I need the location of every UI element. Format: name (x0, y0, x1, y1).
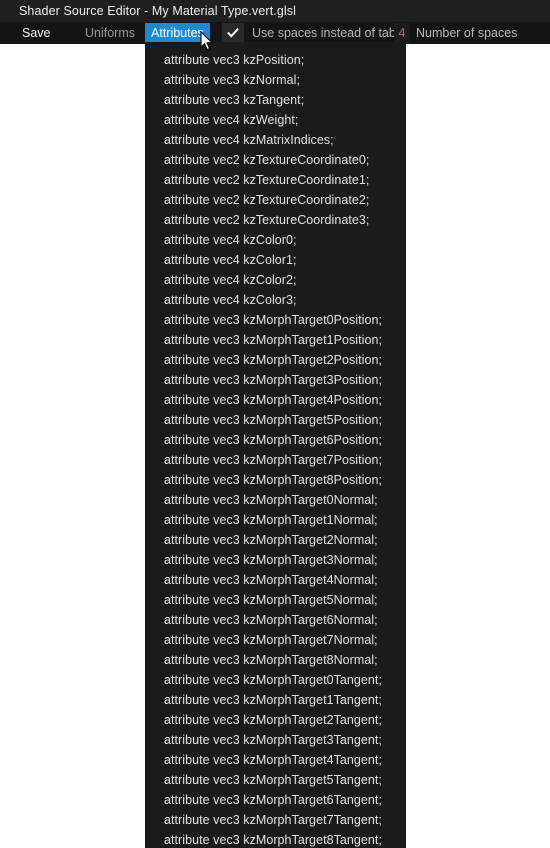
attributes-menu-item[interactable]: attribute vec2 kzTextureCoordinate0; (145, 150, 406, 170)
attributes-menu-item[interactable]: attribute vec3 kzMorphTarget7Normal; (145, 630, 406, 650)
attributes-menu-item[interactable]: attribute vec4 kzColor3; (145, 290, 406, 310)
number-of-spaces-label: Number of spaces (416, 26, 518, 40)
attributes-button-label: Attributes (151, 26, 204, 40)
attributes-menu-item[interactable]: attribute vec2 kzTextureCoordinate2; (145, 190, 406, 210)
window-titlebar: Shader Source Editor - My Material Type.… (0, 0, 550, 22)
attributes-menu-item[interactable]: attribute vec3 kzMorphTarget7Position; (145, 450, 406, 470)
attributes-menu-item[interactable]: attribute vec4 kzColor0; (145, 230, 406, 250)
save-button-label: Save (22, 26, 51, 40)
attributes-menu-item[interactable]: attribute vec3 kzMorphTarget1Tangent; (145, 690, 406, 710)
attributes-menu-item[interactable]: attribute vec4 kzColor2; (145, 270, 406, 290)
shader-source-editor-window: Shader Source Editor - My Material Type.… (0, 0, 550, 848)
use-spaces-label: Use spaces instead of tabs (252, 26, 403, 40)
uniforms-button-label: Uniforms (85, 26, 136, 40)
attributes-menu-item[interactable]: attribute vec2 kzTextureCoordinate3; (145, 210, 406, 230)
attributes-menu-item[interactable]: attribute vec3 kzMorphTarget0Position; (145, 310, 406, 330)
attributes-menu-item[interactable]: attribute vec3 kzMorphTarget3Tangent; (145, 730, 406, 750)
attributes-menu-item[interactable]: attribute vec3 kzMorphTarget5Normal; (145, 590, 406, 610)
attributes-dropdown-menu: attribute vec3 kzPosition; attribute vec3… (145, 42, 406, 848)
attributes-menu-item[interactable]: attribute vec3 kzNormal; (145, 70, 406, 90)
attributes-menu-item[interactable]: attribute vec3 kzMorphTarget4Normal; (145, 570, 406, 590)
save-button[interactable]: Save (22, 22, 51, 44)
attributes-menu-item[interactable]: attribute vec3 kzTangent; (145, 90, 406, 110)
check-icon (227, 28, 239, 38)
attributes-menu-button[interactable]: Attributes (145, 23, 210, 43)
attributes-menu-item[interactable]: attribute vec3 kzMorphTarget2Tangent; (145, 710, 406, 730)
attributes-menu-list: attribute vec3 kzPosition; attribute vec3… (145, 42, 406, 848)
use-spaces-option[interactable]: Use spaces instead of tabs (222, 22, 402, 44)
attributes-menu-item[interactable]: attribute vec3 kzMorphTarget8Tangent; (145, 830, 406, 848)
attributes-menu-item[interactable]: attribute vec3 kzMorphTarget1Position; (145, 330, 406, 350)
attributes-menu-item[interactable]: attribute vec3 kzPosition; (145, 50, 406, 70)
number-of-spaces-option[interactable]: 4 Number of spaces (394, 22, 517, 44)
window-title: Shader Source Editor - My Material Type.… (19, 4, 297, 18)
attributes-menu-item[interactable]: attribute vec3 kzMorphTarget2Position; (145, 350, 406, 370)
attributes-menu-item[interactable]: attribute vec3 kzMorphTarget8Normal; (145, 650, 406, 670)
attributes-menu-item[interactable]: attribute vec3 kzMorphTarget3Position; (145, 370, 406, 390)
attributes-menu-item[interactable]: attribute vec3 kzMorphTarget6Normal; (145, 610, 406, 630)
attributes-menu-item[interactable]: attribute vec2 kzTextureCoordinate1; (145, 170, 406, 190)
attributes-menu-item[interactable]: attribute vec4 kzColor1; (145, 250, 406, 270)
uniforms-menu-button[interactable]: Uniforms (85, 22, 135, 44)
attributes-menu-item[interactable]: attribute vec3 kzMorphTarget8Position; (145, 470, 406, 490)
attributes-menu-item[interactable]: attribute vec3 kzMorphTarget3Normal; (145, 550, 406, 570)
use-spaces-checkbox[interactable] (222, 23, 244, 43)
attributes-menu-item[interactable]: attribute vec3 kzMorphTarget5Tangent; (145, 770, 406, 790)
attributes-menu-item[interactable]: attribute vec3 kzMorphTarget6Position; (145, 430, 406, 450)
attributes-menu-item[interactable]: attribute vec4 kzMatrixIndices; (145, 130, 406, 150)
attributes-menu-item[interactable]: attribute vec3 kzMorphTarget0Tangent; (145, 670, 406, 690)
attributes-menu-item[interactable]: attribute vec3 kzMorphTarget1Normal; (145, 510, 406, 530)
attributes-menu-item[interactable]: attribute vec3 kzMorphTarget6Tangent; (145, 790, 406, 810)
attributes-menu-item[interactable]: attribute vec3 kzMorphTarget0Normal; (145, 490, 406, 510)
attributes-menu-item[interactable]: attribute vec3 kzMorphTarget4Tangent; (145, 750, 406, 770)
attributes-menu-item[interactable]: attribute vec3 kzMorphTarget7Tangent; (145, 810, 406, 830)
number-of-spaces-input[interactable]: 4 (394, 23, 410, 43)
attributes-menu-item[interactable]: attribute vec3 kzMorphTarget5Position; (145, 410, 406, 430)
attributes-menu-item[interactable]: attribute vec3 kzMorphTarget2Normal; (145, 530, 406, 550)
attributes-menu-item[interactable]: attribute vec4 kzWeight; (145, 110, 406, 130)
attributes-menu-item[interactable]: attribute vec3 kzMorphTarget4Position; (145, 390, 406, 410)
editor-toolbar: Save Uniforms Attributes Use spaces inst… (0, 22, 550, 44)
